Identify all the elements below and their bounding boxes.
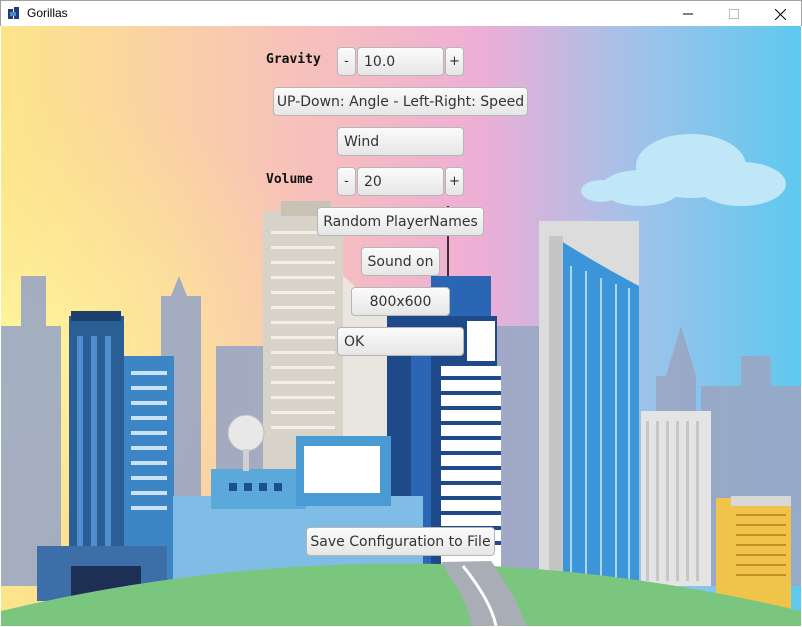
volume-label: Volume	[266, 172, 313, 187]
title-bar: Gorillas	[0, 0, 802, 26]
volume-increment-button[interactable]: +	[445, 167, 464, 196]
save-configuration-button[interactable]: Save Configuration to File	[306, 527, 495, 556]
game-scene: Gravity - 10.0 + UP-Down: Angle - Left-R…	[1, 26, 801, 626]
window-title: Gorillas	[27, 6, 68, 20]
volume-input[interactable]: 20	[357, 167, 444, 196]
minimize-button[interactable]	[665, 1, 711, 27]
maximize-button[interactable]	[711, 1, 757, 27]
random-player-names-button[interactable]: Random PlayerNames	[317, 207, 484, 236]
app-icon	[8, 7, 19, 19]
resolution-button[interactable]: 800x600	[351, 287, 450, 316]
gravity-increment-button[interactable]: +	[445, 47, 464, 76]
close-button[interactable]	[757, 1, 802, 27]
gravity-input[interactable]: 10.0	[357, 47, 444, 76]
close-icon	[774, 8, 786, 20]
volume-decrement-button[interactable]: -	[337, 167, 356, 196]
maximize-icon	[729, 9, 739, 19]
ok-button[interactable]: OK	[337, 327, 464, 356]
controls-info-button[interactable]: UP-Down: Angle - Left-Right: Speed	[273, 87, 528, 116]
wind-button[interactable]: Wind	[337, 127, 464, 156]
sound-toggle-button[interactable]: Sound on	[361, 247, 440, 276]
gravity-label: Gravity	[266, 52, 321, 67]
gravity-decrement-button[interactable]: -	[337, 47, 356, 76]
minimize-icon	[683, 13, 693, 15]
